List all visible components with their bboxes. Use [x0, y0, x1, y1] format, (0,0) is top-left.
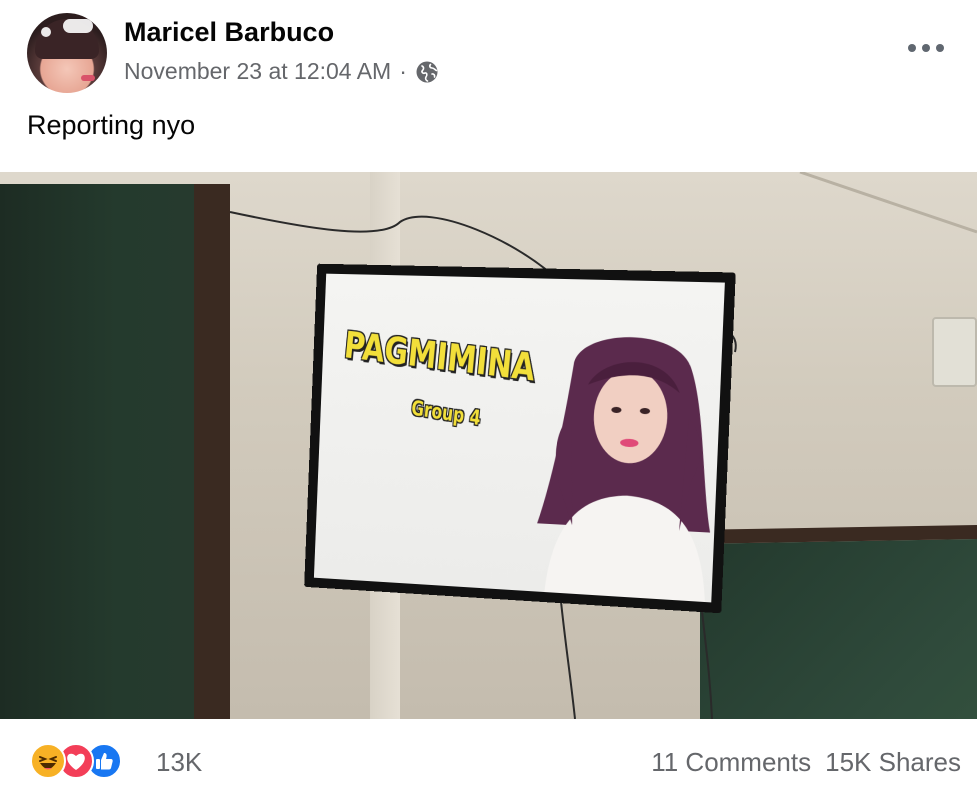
meta-separator: ·: [399, 58, 407, 84]
post-footer: 13K 11 Comments 15K Shares: [0, 719, 977, 796]
tv-screen: PAGMIMINA Group 4: [304, 263, 736, 614]
haha-icon: [30, 743, 66, 779]
engagement-counts: 11 Comments 15K Shares: [651, 747, 961, 778]
avatar[interactable]: [27, 13, 107, 93]
post-meta: November 23 at 12:04 AM ·: [124, 58, 439, 85]
slide-portrait: [537, 334, 719, 603]
reaction-count[interactable]: 13K: [156, 747, 202, 778]
more-options-icon[interactable]: [908, 38, 944, 58]
slide-subtitle: Group 4: [410, 395, 482, 431]
shares-link[interactable]: 15K Shares: [825, 747, 961, 778]
author-name[interactable]: Maricel Barbuco: [124, 17, 334, 48]
comments-link[interactable]: 11 Comments: [651, 747, 811, 778]
post-header: Maricel Barbuco November 23 at 12:04 AM …: [0, 0, 977, 110]
post-timestamp[interactable]: November 23 at 12:04 AM: [124, 58, 391, 85]
post-photo[interactable]: PAGMIMINA Group 4: [0, 172, 977, 719]
slide-title: PAGMIMINA: [342, 324, 537, 391]
post-text: Reporting nyo: [27, 110, 196, 140]
globe-icon[interactable]: [415, 60, 439, 84]
reaction-icons[interactable]: [30, 743, 122, 779]
